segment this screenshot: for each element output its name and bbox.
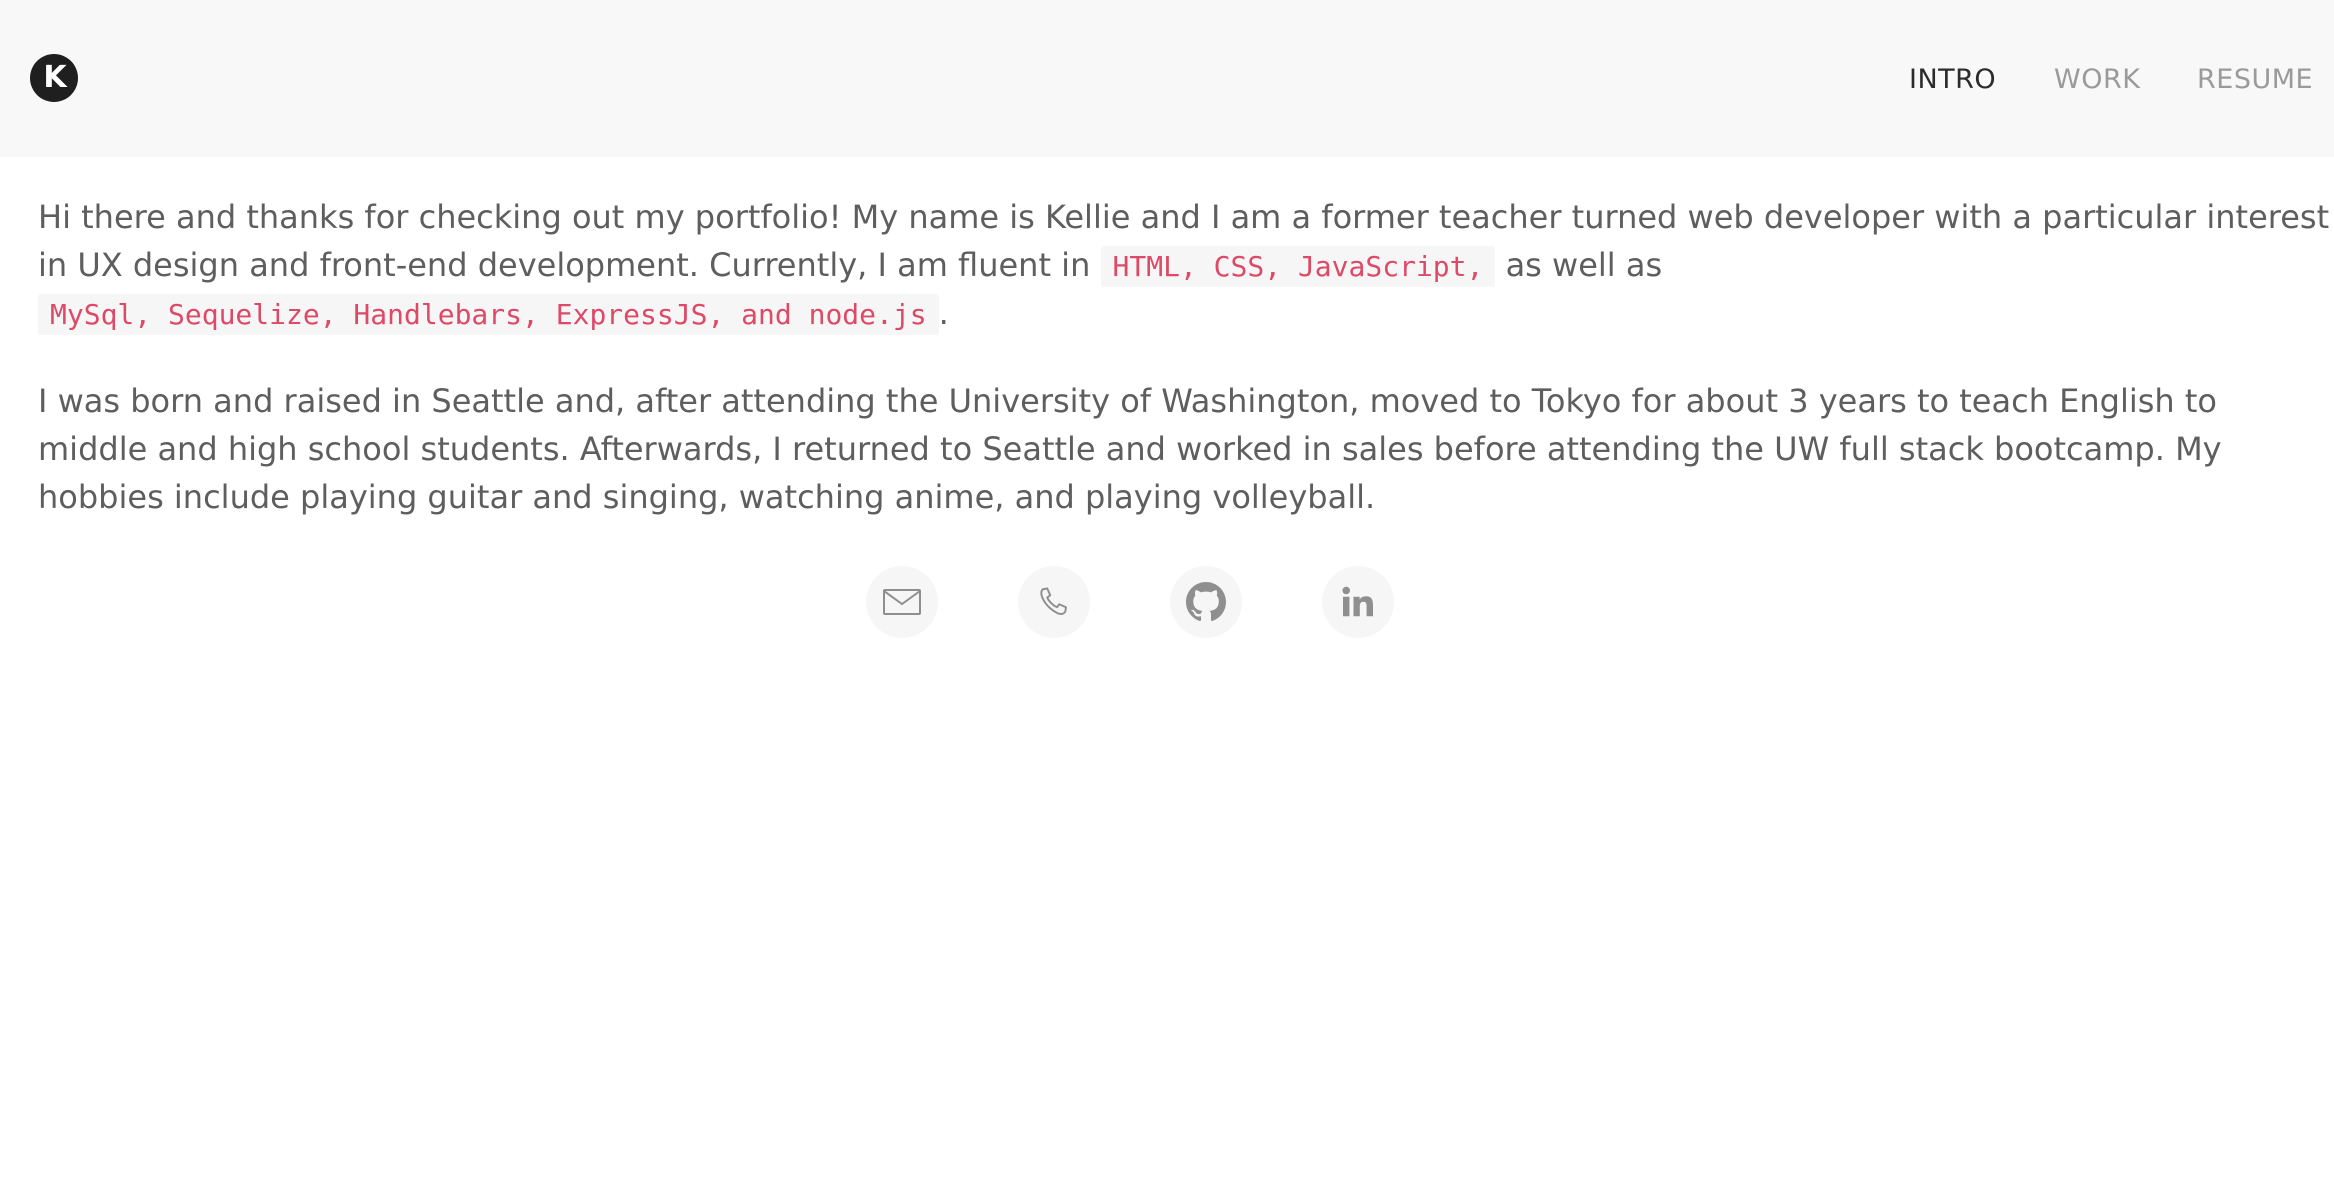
intro-text: as well as — [1505, 246, 1663, 284]
skills-code-primary: HTML, CSS, JavaScript, — [1100, 246, 1496, 287]
linkedin-link[interactable] — [1322, 566, 1394, 638]
email-icon — [882, 588, 922, 616]
linkedin-icon — [1340, 584, 1376, 620]
intro-text: in UX design and front-end development. … — [38, 246, 1091, 284]
bio-line: hobbies include playing guitar and singi… — [38, 478, 1376, 516]
bio-line: middle and high school students. Afterwa… — [38, 430, 2222, 468]
nav-work-link[interactable]: WORK — [2054, 60, 2140, 100]
intro-text: . — [938, 294, 949, 332]
top-navbar: K INTRO WORK RESUME — [0, 0, 2334, 157]
email-link[interactable] — [866, 566, 938, 638]
skills-code-secondary: MySql, Sequelize, Handlebars, ExpressJS,… — [38, 294, 939, 335]
bio-paragraph: I was born and raised in Seattle and, af… — [38, 377, 2334, 521]
github-link[interactable] — [1170, 566, 1242, 638]
github-icon — [1186, 582, 1226, 622]
phone-icon — [1036, 584, 1072, 620]
logo[interactable]: K — [30, 54, 78, 102]
intro-line: in UX design and front-end development. … — [38, 241, 2334, 289]
bio-line: I was born and raised in Seattle and, af… — [38, 382, 2217, 420]
intro-line: Hi there and thanks for checking out my … — [38, 198, 2330, 236]
nav-resume-link[interactable]: RESUME — [2197, 60, 2313, 100]
phone-link[interactable] — [1018, 566, 1090, 638]
social-links — [0, 566, 2334, 638]
intro-paragraph: Hi there and thanks for checking out my … — [38, 193, 2334, 337]
nav-intro-link[interactable]: INTRO — [1909, 60, 1996, 100]
intro-line: MySql, Sequelize, Handlebars, ExpressJS,… — [38, 289, 2334, 337]
